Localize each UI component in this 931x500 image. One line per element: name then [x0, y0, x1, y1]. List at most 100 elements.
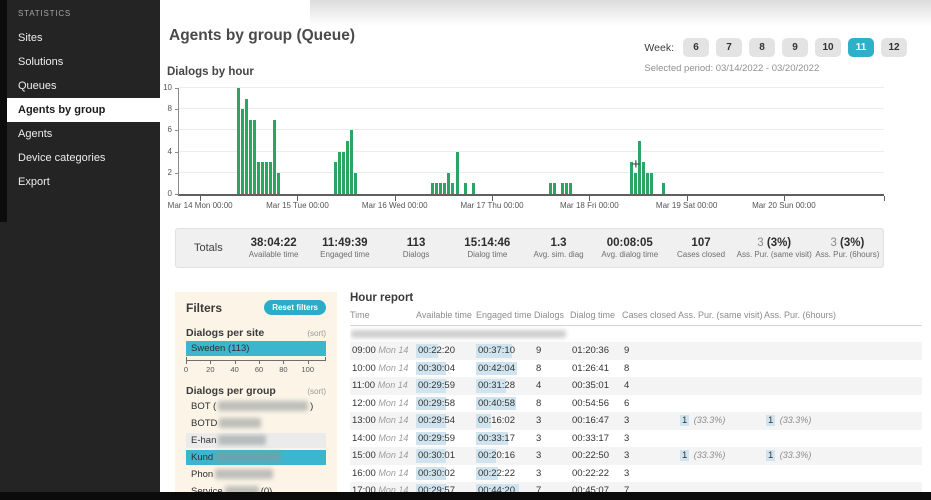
totals-stat-avg-dialog-time: 00:08:05Avg. dialog time [594, 236, 665, 260]
chart-bar [439, 183, 442, 194]
engaged-time-cell: 00:22:22 [476, 465, 534, 483]
filter-bar-row-e-han[interactable]: E-han [186, 433, 326, 448]
ass-pur-same-visit-cell: 1 (33.3%) [678, 412, 764, 430]
dialogs-cell-value: 3 [534, 450, 541, 461]
y-axis-tick [175, 109, 179, 110]
engaged-time-cell: 00:31:28 [476, 377, 534, 395]
cases-closed-cell-value: 6 [622, 398, 629, 409]
totals-stat-label: Dialogs [380, 250, 451, 260]
chart-bar [662, 183, 665, 194]
ass-pur-same-visit-cell [678, 360, 764, 378]
filter-bar-row-botd[interactable]: BOTD [186, 416, 326, 431]
totals-stat-ass-pur-same-visit: 3 (3%)Ass. Pur. (same visit) [737, 236, 812, 260]
x-axis-end-tick [884, 196, 885, 201]
hour-report-rows: 09:00 Mon 1400:22:2000:37:10901:20:36910… [350, 342, 922, 500]
totals-stat-dialogs: 113Dialogs [380, 236, 451, 260]
dialogs-cell: 9 [534, 342, 570, 360]
engaged-time-cell-value: 00:31:28 [476, 380, 515, 391]
hour-report-title: Hour report [350, 292, 922, 304]
totals-stat-available-time: 38:04:22Available time [238, 236, 309, 260]
dialog-time-cell-value: 00:54:56 [570, 398, 609, 409]
chart-bar [472, 183, 475, 194]
ass-pur-same-visit-cell-value: 1 (33.3%) [678, 415, 725, 426]
filter-axis-label: 80 [279, 365, 287, 374]
chart-bar [245, 99, 248, 194]
filter-sections: Dialogs per site(sort)Sweden (113)020406… [186, 327, 326, 500]
dialogs-cell-value: 3 [534, 433, 541, 444]
day-value: Mon 14 [378, 468, 408, 478]
filter-bar-row-bot[interactable]: BOT () [186, 399, 326, 414]
available-time-cell: 00:29:59 [416, 377, 476, 395]
sidebar-item-sites[interactable]: Sites [7, 26, 160, 50]
sidebar-item-export[interactable]: Export [7, 170, 160, 194]
x-tick-label: Mar 14 Mon 00:00 [168, 201, 233, 210]
filter-bar-row-phon[interactable]: Phon [186, 467, 326, 482]
redacted-text [351, 330, 566, 338]
sidebar-item-queues[interactable]: Queues [7, 74, 160, 98]
sort-link[interactable]: (sort) [307, 329, 326, 338]
cases-closed-cell: 9 [622, 342, 678, 360]
dialog-time-cell: 00:22:22 [570, 465, 622, 483]
week-button-9[interactable]: 9 [782, 38, 808, 57]
cases-closed-cell: 8 [622, 360, 678, 378]
chart-bar [241, 109, 244, 194]
engaged-time-cell-value: 00:37:10 [476, 345, 515, 356]
dialogs-cell-value: 8 [534, 363, 541, 374]
dialog-time-cell: 00:33:17 [570, 430, 622, 448]
filter-bar-label: Sweden (113) [186, 343, 249, 354]
totals-stat-value: 113 [380, 236, 451, 250]
totals-stat-label: Ass. Pur. (6hours) [812, 250, 883, 260]
week-button-6[interactable]: 6 [683, 38, 709, 57]
filter-axis-tick [283, 361, 284, 364]
filter-axis-tick [259, 361, 260, 364]
y-axis-tick [175, 130, 179, 131]
table-row: 13:00 Mon 1400:29:5400:16:02300:16:4731 … [350, 412, 922, 430]
available-time-cell: 00:29:58 [416, 395, 476, 413]
week-button-7[interactable]: 7 [716, 38, 742, 57]
chart-bar [334, 162, 337, 194]
filter-axis-label: 20 [206, 365, 214, 374]
week-button-8[interactable]: 8 [749, 38, 775, 57]
time-cell: 09:00 Mon 14 [350, 342, 416, 360]
week-button-10[interactable]: 10 [815, 38, 841, 57]
ass-pur-6hours-cell-value: 1 (33.3%) [764, 415, 811, 426]
column-header-engaged-time: Engaged time [476, 310, 534, 320]
available-time-cell: 00:22:20 [416, 342, 476, 360]
dialog-time-cell-value: 00:33:17 [570, 433, 609, 444]
available-time-cell: 00:29:59 [416, 430, 476, 448]
hour-report-filter-note [350, 326, 922, 342]
totals-stat-label: Engaged time [309, 250, 380, 260]
cases-closed-cell: 3 [622, 447, 678, 465]
dialog-time-cell: 00:54:56 [570, 395, 622, 413]
available-time-cell-value: 00:30:02 [416, 468, 455, 479]
sidebar-item-device-categories[interactable]: Device categories [7, 146, 160, 170]
column-header-ass-pur-6hours: Ass. Pur. (6hours) [764, 310, 922, 320]
filter-bar-row-kund[interactable]: Kund [186, 450, 326, 465]
filter-section-title: Dialogs per site [186, 327, 264, 339]
week-button-11[interactable]: 11 [848, 38, 874, 57]
chart-bar [431, 183, 434, 194]
sidebar-item-agents[interactable]: Agents [7, 122, 160, 146]
filter-axis-label: 100 [301, 365, 314, 374]
sidebar-item-solutions[interactable]: Solutions [7, 50, 160, 74]
available-time-cell-value: 00:29:58 [416, 398, 455, 409]
sidebar-item-agents-by-group[interactable]: Agents by group [7, 98, 160, 122]
chart-bar [346, 141, 349, 194]
reset-filters-button[interactable]: Reset filters [264, 300, 326, 315]
totals-bar: Totals 38:04:22Available time11:49:39Eng… [175, 228, 884, 268]
chart-bar [342, 152, 345, 194]
highlighted-count: 1 [680, 415, 689, 426]
totals-stat-engaged-time: 11:49:39Engaged time [309, 236, 380, 260]
chart-bar [456, 152, 459, 194]
filter-bar-row-sweden-113[interactable]: Sweden (113) [186, 341, 326, 356]
dialog-time-cell: 00:35:01 [570, 377, 622, 395]
engaged-time-cell-value: 00:33:17 [476, 433, 515, 444]
week-button-12[interactable]: 12 [881, 38, 907, 57]
engaged-time-cell: 00:16:02 [476, 412, 534, 430]
sort-link[interactable]: (sort) [307, 387, 326, 396]
cases-closed-cell-value: 3 [622, 468, 629, 479]
totals-label: Totals [176, 242, 238, 254]
filter-bar-label: BOTD [186, 418, 263, 429]
redacted-text [218, 401, 308, 411]
chart-bar [642, 162, 645, 194]
